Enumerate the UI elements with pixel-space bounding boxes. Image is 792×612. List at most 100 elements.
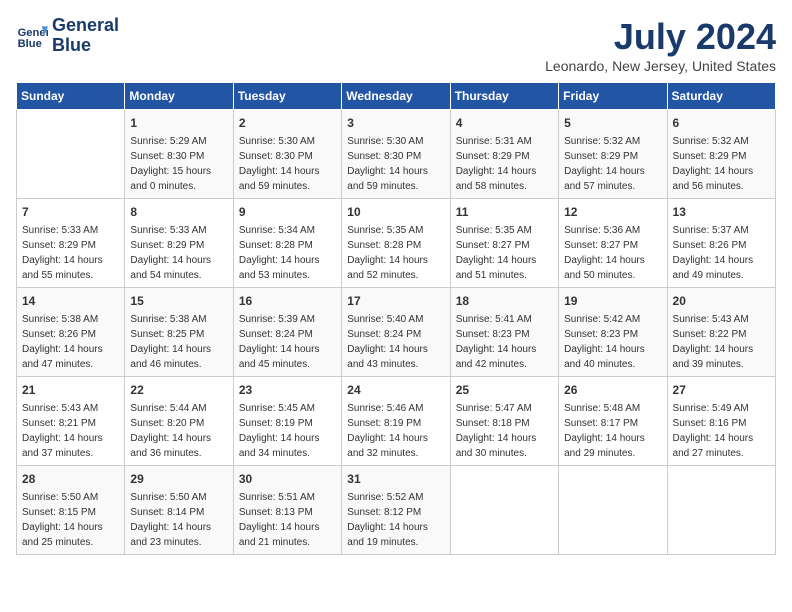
- day-info: Sunrise: 5:38 AM Sunset: 8:25 PM Dayligh…: [130, 312, 227, 372]
- day-number: 29: [130, 470, 227, 488]
- logo: General Blue General Blue: [16, 16, 119, 56]
- day-number: 27: [673, 381, 770, 399]
- calendar-cell: 3 Sunrise: 5:30 AM Sunset: 8:30 PM Daylig…: [342, 110, 450, 199]
- day-number: 18: [456, 292, 553, 310]
- calendar-cell: 6Sunrise: 5:32 AM Sunset: 8:29 PM Daylig…: [667, 110, 775, 199]
- svg-text:Blue: Blue: [18, 38, 42, 50]
- day-info: Sunrise: 5:48 AM Sunset: 8:17 PM Dayligh…: [564, 401, 661, 461]
- day-number: 11: [456, 203, 553, 221]
- day-number: 13: [673, 203, 770, 221]
- day-info: Sunrise: 5:49 AM Sunset: 8:16 PM Dayligh…: [673, 401, 770, 461]
- day-info: Sunrise: 5:32 AM Sunset: 8:29 PM Dayligh…: [564, 134, 661, 194]
- calendar-cell: 16Sunrise: 5:39 AM Sunset: 8:24 PM Dayli…: [233, 288, 341, 377]
- column-header-monday: Monday: [125, 83, 233, 110]
- day-info: Sunrise: 5:36 AM Sunset: 8:27 PM Dayligh…: [564, 223, 661, 283]
- calendar-cell: 8Sunrise: 5:33 AM Sunset: 8:29 PM Daylig…: [125, 199, 233, 288]
- day-number: 19: [564, 292, 661, 310]
- calendar-cell: [667, 466, 775, 555]
- calendar-table: SundayMondayTuesdayWednesdayThursdayFrid…: [16, 82, 776, 555]
- title-section: July 2024 Leonardo, New Jersey, United S…: [545, 16, 776, 74]
- day-number: 31: [347, 470, 444, 488]
- day-info: Sunrise: 5:43 AM Sunset: 8:21 PM Dayligh…: [22, 401, 119, 461]
- calendar-cell: 15 Sunrise: 5:38 AM Sunset: 8:25 PM Dayli…: [125, 288, 233, 377]
- day-number: 15: [130, 292, 227, 310]
- column-header-thursday: Thursday: [450, 83, 558, 110]
- calendar-cell: 7 Sunrise: 5:33 AM Sunset: 8:29 PM Daylig…: [17, 199, 125, 288]
- calendar-cell: 22 Sunrise: 5:44 AM Sunset: 8:20 PM Dayli…: [125, 377, 233, 466]
- day-number: 30: [239, 470, 336, 488]
- calendar-cell: 19 Sunrise: 5:42 AM Sunset: 8:23 PM Dayli…: [559, 288, 667, 377]
- day-number: 17: [347, 292, 444, 310]
- day-number: 22: [130, 381, 227, 399]
- calendar-cell: [450, 466, 558, 555]
- day-number: 8: [130, 203, 227, 221]
- day-info: Sunrise: 5:34 AM Sunset: 8:28 PM Dayligh…: [239, 223, 336, 283]
- day-info: Sunrise: 5:32 AM Sunset: 8:29 PM Dayligh…: [673, 134, 770, 194]
- calendar-cell: 30 Sunrise: 5:51 AM Sunset: 8:13 PM Dayli…: [233, 466, 341, 555]
- calendar-cell: 20 Sunrise: 5:43 AM Sunset: 8:22 PM Dayli…: [667, 288, 775, 377]
- day-info: Sunrise: 5:40 AM Sunset: 8:24 PM Dayligh…: [347, 312, 444, 372]
- day-info: Sunrise: 5:35 AM Sunset: 8:28 PM Dayligh…: [347, 223, 444, 283]
- day-info: Sunrise: 5:50 AM Sunset: 8:15 PM Dayligh…: [22, 490, 119, 550]
- week-row-2: 7 Sunrise: 5:33 AM Sunset: 8:29 PM Daylig…: [17, 199, 776, 288]
- calendar-cell: 9 Sunrise: 5:34 AM Sunset: 8:28 PM Daylig…: [233, 199, 341, 288]
- day-info: Sunrise: 5:31 AM Sunset: 8:29 PM Dayligh…: [456, 134, 553, 194]
- calendar-cell: 5 Sunrise: 5:32 AM Sunset: 8:29 PM Daylig…: [559, 110, 667, 199]
- month-title: July 2024: [545, 16, 776, 58]
- week-row-5: 28 Sunrise: 5:50 AM Sunset: 8:15 PM Dayli…: [17, 466, 776, 555]
- location: Leonardo, New Jersey, United States: [545, 58, 776, 74]
- calendar-cell: 11 Sunrise: 5:35 AM Sunset: 8:27 PM Dayli…: [450, 199, 558, 288]
- calendar-cell: 13 Sunrise: 5:37 AM Sunset: 8:26 PM Dayli…: [667, 199, 775, 288]
- day-info: Sunrise: 5:44 AM Sunset: 8:20 PM Dayligh…: [130, 401, 227, 461]
- calendar-cell: 25 Sunrise: 5:47 AM Sunset: 8:18 PM Dayli…: [450, 377, 558, 466]
- day-info: Sunrise: 5:37 AM Sunset: 8:26 PM Dayligh…: [673, 223, 770, 283]
- week-row-1: 1Sunrise: 5:29 AM Sunset: 8:30 PM Daylig…: [17, 110, 776, 199]
- day-number: 20: [673, 292, 770, 310]
- logo-text: General Blue: [52, 16, 119, 56]
- day-number: 2: [239, 114, 336, 132]
- day-number: 28: [22, 470, 119, 488]
- column-header-friday: Friday: [559, 83, 667, 110]
- calendar-cell: 10 Sunrise: 5:35 AM Sunset: 8:28 PM Dayli…: [342, 199, 450, 288]
- calendar-cell: 18 Sunrise: 5:41 AM Sunset: 8:23 PM Dayli…: [450, 288, 558, 377]
- day-info: Sunrise: 5:43 AM Sunset: 8:22 PM Dayligh…: [673, 312, 770, 372]
- day-number: 14: [22, 292, 119, 310]
- logo-icon: General Blue: [16, 20, 48, 52]
- calendar-cell: 14 Sunrise: 5:38 AM Sunset: 8:26 PM Dayli…: [17, 288, 125, 377]
- day-number: 12: [564, 203, 661, 221]
- day-number: 24: [347, 381, 444, 399]
- day-info: Sunrise: 5:45 AM Sunset: 8:19 PM Dayligh…: [239, 401, 336, 461]
- day-info: Sunrise: 5:52 AM Sunset: 8:12 PM Dayligh…: [347, 490, 444, 550]
- day-number: 1: [130, 114, 227, 132]
- day-number: 25: [456, 381, 553, 399]
- day-info: Sunrise: 5:35 AM Sunset: 8:27 PM Dayligh…: [456, 223, 553, 283]
- calendar-cell: [17, 110, 125, 199]
- day-number: 5: [564, 114, 661, 132]
- calendar-cell: 12 Sunrise: 5:36 AM Sunset: 8:27 PM Dayli…: [559, 199, 667, 288]
- day-info: Sunrise: 5:38 AM Sunset: 8:26 PM Dayligh…: [22, 312, 119, 372]
- day-info: Sunrise: 5:30 AM Sunset: 8:30 PM Dayligh…: [347, 134, 444, 194]
- calendar-cell: 24 Sunrise: 5:46 AM Sunset: 8:19 PM Dayli…: [342, 377, 450, 466]
- day-number: 3: [347, 114, 444, 132]
- header-row: SundayMondayTuesdayWednesdayThursdayFrid…: [17, 83, 776, 110]
- day-info: Sunrise: 5:39 AM Sunset: 8:24 PM Dayligh…: [239, 312, 336, 372]
- day-number: 10: [347, 203, 444, 221]
- page-header: General Blue General Blue July 2024 Leon…: [16, 16, 776, 74]
- calendar-cell: 31 Sunrise: 5:52 AM Sunset: 8:12 PM Dayli…: [342, 466, 450, 555]
- day-number: 4: [456, 114, 553, 132]
- day-info: Sunrise: 5:46 AM Sunset: 8:19 PM Dayligh…: [347, 401, 444, 461]
- calendar-cell: 28 Sunrise: 5:50 AM Sunset: 8:15 PM Dayli…: [17, 466, 125, 555]
- calendar-cell: 4 Sunrise: 5:31 AM Sunset: 8:29 PM Daylig…: [450, 110, 558, 199]
- week-row-4: 21Sunrise: 5:43 AM Sunset: 8:21 PM Dayli…: [17, 377, 776, 466]
- calendar-cell: 21Sunrise: 5:43 AM Sunset: 8:21 PM Dayli…: [17, 377, 125, 466]
- calendar-cell: 17 Sunrise: 5:40 AM Sunset: 8:24 PM Dayli…: [342, 288, 450, 377]
- calendar-cell: 23Sunrise: 5:45 AM Sunset: 8:19 PM Dayli…: [233, 377, 341, 466]
- day-info: Sunrise: 5:47 AM Sunset: 8:18 PM Dayligh…: [456, 401, 553, 461]
- day-number: 7: [22, 203, 119, 221]
- day-info: Sunrise: 5:51 AM Sunset: 8:13 PM Dayligh…: [239, 490, 336, 550]
- day-info: Sunrise: 5:33 AM Sunset: 8:29 PM Dayligh…: [22, 223, 119, 283]
- day-number: 9: [239, 203, 336, 221]
- day-info: Sunrise: 5:42 AM Sunset: 8:23 PM Dayligh…: [564, 312, 661, 372]
- calendar-cell: [559, 466, 667, 555]
- day-info: Sunrise: 5:41 AM Sunset: 8:23 PM Dayligh…: [456, 312, 553, 372]
